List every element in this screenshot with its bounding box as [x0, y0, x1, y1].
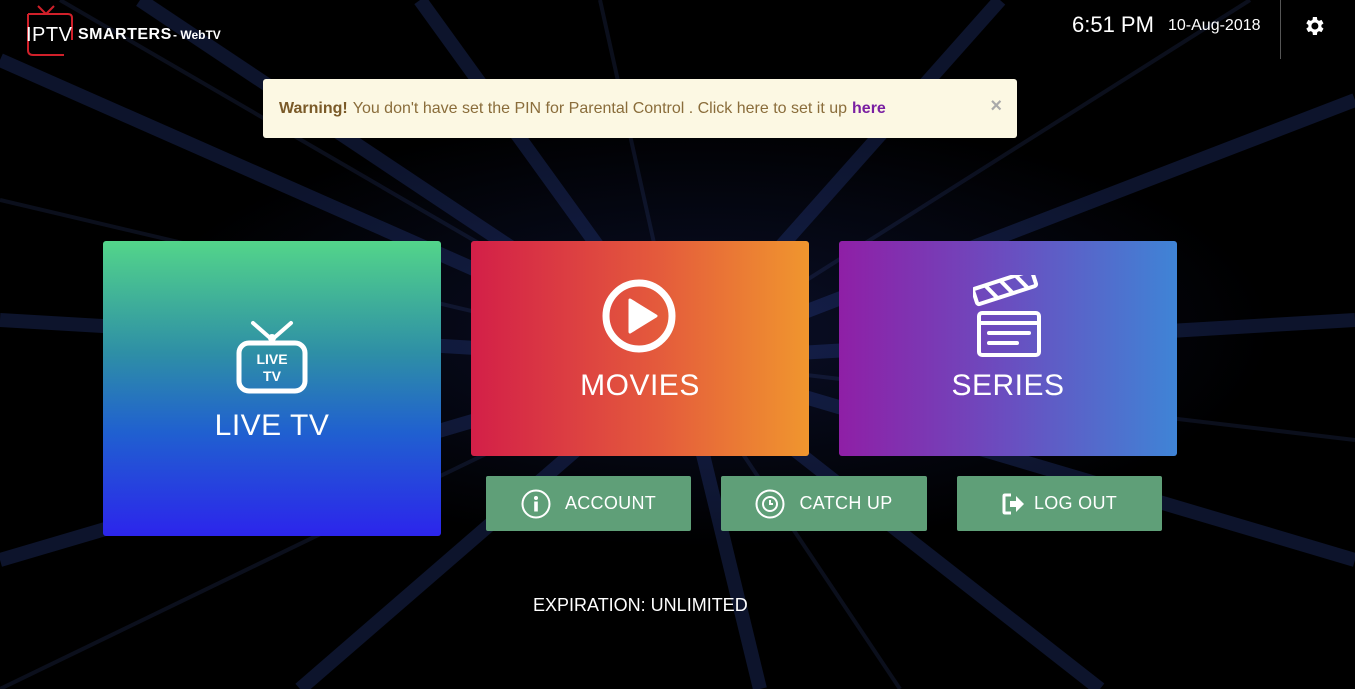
- account-label: ACCOUNT: [564, 493, 657, 513]
- catch-up-button[interactable]: CATCH UP: [721, 476, 927, 531]
- gear-icon[interactable]: [1302, 14, 1326, 38]
- account-button[interactable]: ACCOUNT: [486, 476, 691, 531]
- info-icon: [521, 489, 551, 518]
- live-tv-tile[interactable]: LIVE TV LIVE TV: [103, 241, 441, 536]
- close-icon[interactable]: ×: [990, 96, 1002, 116]
- play-circle-icon: [602, 279, 676, 353]
- clock-icon: [755, 489, 785, 518]
- clock-date: 10-Aug-2018: [1168, 17, 1261, 34]
- movies-tile[interactable]: MOVIES: [471, 241, 809, 456]
- expiration-text: EXPIRATION: UNLIMITED: [533, 595, 748, 615]
- clock-time: 6:51 PM: [1072, 12, 1154, 37]
- parental-control-warning: Warning! You don't have set the PIN for …: [263, 79, 1017, 138]
- movies-label: MOVIES: [580, 369, 700, 402]
- warning-label: Warning!: [279, 99, 348, 117]
- series-label: SERIES: [951, 369, 1065, 402]
- tv-icon-text-bottom: TV: [263, 368, 281, 384]
- log-out-label: LOG OUT: [1033, 493, 1118, 513]
- sign-out-icon: [1002, 493, 1024, 514]
- tv-icon-text-top: LIVE: [256, 351, 288, 367]
- series-tile[interactable]: SERIES: [839, 241, 1177, 456]
- header-divider: [1280, 0, 1281, 59]
- logo-brand-text: SMARTERS: [78, 26, 172, 43]
- set-pin-link[interactable]: here: [852, 100, 886, 118]
- warning-message: You don't have set the PIN for Parental …: [352, 99, 848, 117]
- logo-sub-text: - WebTV: [173, 28, 221, 42]
- app-logo: IPTV SMARTERS - WebTV: [24, 5, 244, 58]
- live-tv-label: LIVE TV: [214, 409, 330, 442]
- logo-iptv-text: IPTV: [26, 24, 73, 46]
- log-out-button[interactable]: LOG OUT: [957, 476, 1162, 531]
- clapperboard-icon: [973, 275, 1041, 357]
- catch-up-label: CATCH UP: [799, 493, 893, 513]
